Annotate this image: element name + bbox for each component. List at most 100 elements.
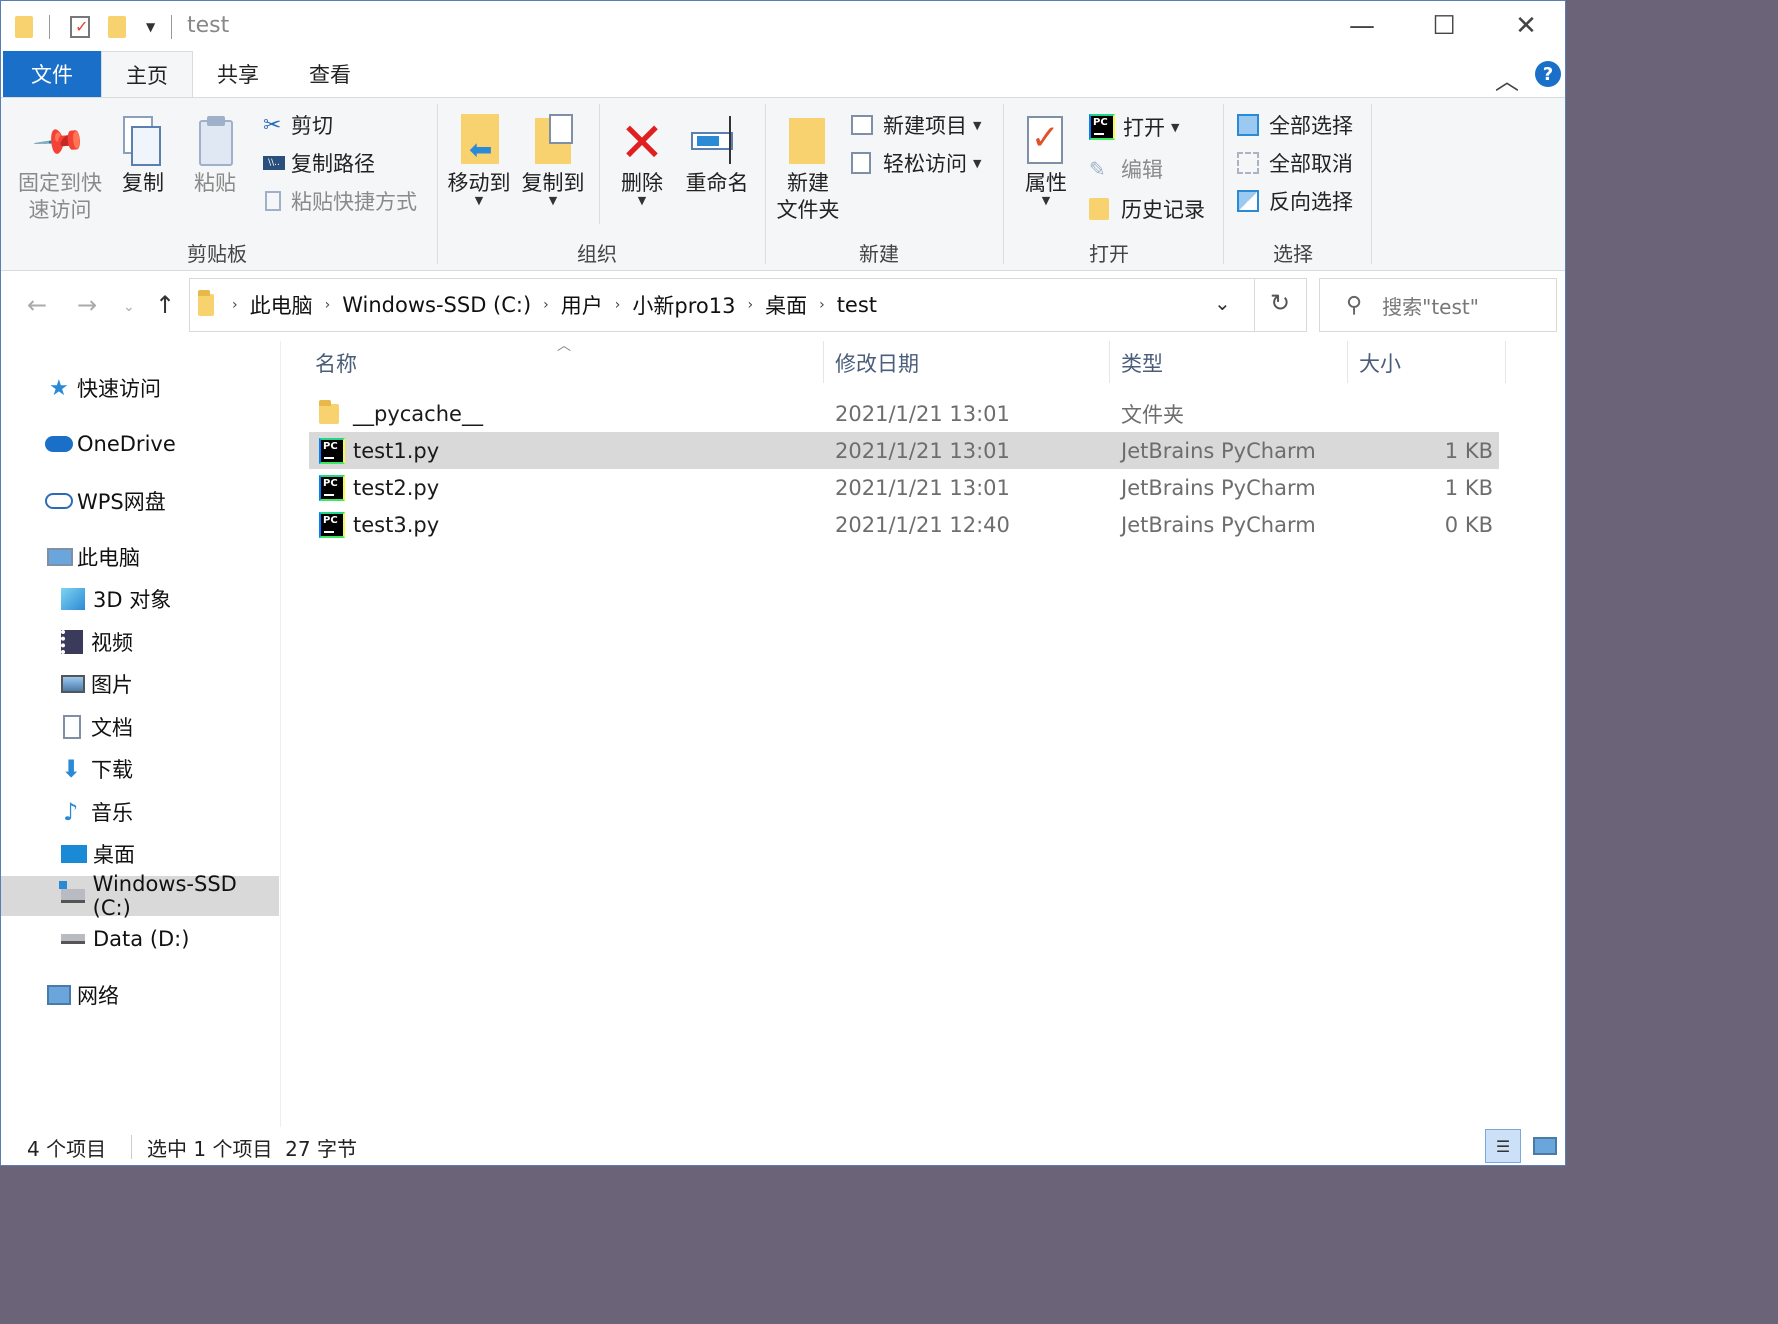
folder-icon	[198, 290, 214, 316]
column-header-name[interactable]: 名称	[315, 341, 357, 385]
minimize-button[interactable]: —	[1321, 1, 1403, 51]
sidebar-item-3d-objects[interactable]: 3D 对象	[1, 579, 279, 619]
sidebar-item-data-d[interactable]: Data (D:)	[1, 919, 279, 959]
breadcrumb-desktop[interactable]: 桌面	[765, 290, 807, 320]
delete-button[interactable]: ✕ 删除 ▼	[609, 110, 675, 206]
open-button[interactable]: 打开 ▼	[1089, 110, 1179, 144]
breadcrumb-drive-c[interactable]: Windows-SSD (C:)	[342, 293, 531, 317]
divider	[1223, 104, 1224, 264]
chevron-right-icon: ›	[614, 297, 621, 313]
file-row[interactable]: test1.py 2021/1/21 13:01 JetBrains PyCha…	[309, 432, 1499, 469]
breadcrumb-this-pc[interactable]: 此电脑	[250, 290, 313, 320]
edit-button[interactable]: ✎ 编辑	[1089, 152, 1163, 186]
history-button[interactable]: 历史记录	[1089, 192, 1205, 226]
column-header-type[interactable]: 类型	[1121, 341, 1163, 385]
sidebar-item-downloads[interactable]: ⬇ 下载	[1, 749, 279, 789]
easy-access-button[interactable]: 轻松访问 ▼	[851, 146, 981, 180]
help-icon[interactable]: ?	[1535, 61, 1561, 87]
dropdown-caret-icon: ▼	[1041, 194, 1051, 207]
sidebar-item-desktop[interactable]: 桌面	[1, 834, 279, 874]
divider	[823, 341, 824, 383]
network-icon	[47, 985, 71, 1005]
group-label-select: 选择	[1273, 242, 1313, 266]
dropdown-caret-icon: ▼	[973, 118, 982, 132]
refresh-icon[interactable]: ↻	[1270, 289, 1290, 317]
copy-icon	[113, 114, 173, 170]
chevron-right-icon: ›	[819, 297, 825, 313]
breadcrumb-users[interactable]: 用户	[561, 290, 603, 320]
move-to-button[interactable]: ⬅ 移动到 ▼	[445, 114, 513, 207]
select-none-button[interactable]: 全部取消	[1237, 146, 1353, 180]
system-drive-icon	[59, 881, 85, 903]
back-arrow-icon[interactable]: ←	[27, 291, 47, 319]
dropdown-caret-icon: ▼	[1171, 120, 1180, 134]
address-history-chevron-icon[interactable]: ⌄	[1214, 291, 1231, 315]
download-arrow-icon: ⬇	[61, 755, 82, 783]
customize-dropdown-icon[interactable]: ▼	[146, 20, 155, 34]
sidebar-item-wps-drive[interactable]: WPS网盘	[1, 481, 279, 521]
explorer-window: ✓ ▼ test — ☐ ✕ 文件 主页 共享 查看 ︿ ? 📌 固定到快 速访…	[0, 0, 1566, 1166]
breadcrumb-test[interactable]: test	[837, 293, 877, 317]
address-bar[interactable]: › 此电脑 › Windows-SSD (C:) › 用户 › 小新pro13 …	[189, 278, 1307, 332]
new-folder-button[interactable]: 新建 文件夹	[771, 114, 845, 224]
pin-quick-access-button[interactable]: 📌 固定到快 速访问	[15, 113, 105, 224]
sidebar-item-network[interactable]: 网络	[1, 975, 279, 1015]
paste-shortcut-button[interactable]: 粘贴快捷方式	[263, 184, 417, 218]
properties-button[interactable]: ✓ 属性 ▼	[1015, 114, 1077, 207]
copy-path-button[interactable]: \\.. 复制路径	[263, 146, 375, 180]
maximize-button[interactable]: ☐	[1403, 1, 1485, 51]
film-icon	[61, 630, 83, 654]
rename-icon	[681, 114, 753, 170]
new-item-button[interactable]: 新建项目 ▼	[851, 108, 981, 142]
item-count: 4 个项目	[27, 1137, 107, 1161]
properties-check-icon[interactable]: ✓	[70, 16, 90, 38]
sidebar-item-pictures[interactable]: 图片	[1, 664, 279, 704]
new-folder-icon	[771, 114, 845, 170]
delete-x-icon: ✕	[619, 110, 665, 174]
column-header-size[interactable]: 大小	[1359, 341, 1401, 385]
paste-shortcut-icon	[265, 191, 281, 211]
move-to-icon: ⬅	[445, 114, 513, 170]
close-button[interactable]: ✕	[1485, 1, 1565, 51]
collapse-ribbon-icon[interactable]: ︿	[1495, 61, 1519, 96]
pycharm-icon	[1089, 114, 1115, 140]
tab-home[interactable]: 主页	[101, 51, 193, 97]
up-arrow-icon[interactable]: ↑	[155, 291, 175, 319]
group-label-open: 打开	[1089, 242, 1129, 266]
search-icon: ⚲	[1346, 292, 1363, 318]
copy-button[interactable]: 复制	[113, 114, 173, 197]
forward-arrow-icon[interactable]: →	[77, 291, 97, 319]
dropdown-caret-icon: ▼	[474, 194, 484, 207]
sidebar-item-videos[interactable]: 视频	[1, 622, 279, 662]
sidebar-item-this-pc[interactable]: 此电脑	[1, 537, 279, 577]
select-all-button[interactable]: 全部选择	[1237, 108, 1353, 142]
rename-button[interactable]: 重命名	[681, 114, 753, 197]
computer-icon	[47, 548, 73, 566]
breadcrumb-user[interactable]: 小新pro13	[632, 290, 735, 320]
cut-button[interactable]: ✂ 剪切	[263, 108, 333, 142]
document-icon	[63, 715, 81, 739]
group-label-clipboard: 剪贴板	[187, 242, 247, 266]
search-input[interactable]: ⚲ 搜索"test"	[1319, 278, 1557, 332]
recent-locations-chevron-icon[interactable]: ⌄	[123, 299, 135, 315]
new-folder-icon[interactable]	[108, 16, 126, 38]
sidebar-item-windows-ssd[interactable]: Windows-SSD (C:)	[1, 872, 279, 920]
sidebar-item-onedrive[interactable]: OneDrive	[1, 424, 279, 464]
file-row[interactable]: test2.py 2021/1/21 13:01 JetBrains PyCha…	[309, 469, 1499, 506]
dropdown-caret-icon: ▼	[548, 194, 558, 207]
tab-file[interactable]: 文件	[3, 51, 101, 97]
paste-button[interactable]: 粘贴	[185, 114, 245, 197]
sidebar-item-music[interactable]: ♪ 音乐	[1, 792, 279, 832]
copy-to-button[interactable]: 复制到 ▼	[519, 114, 587, 207]
divider	[1003, 104, 1004, 264]
invert-selection-button[interactable]: 反向选择	[1237, 184, 1353, 218]
column-header-modified[interactable]: 修改日期	[835, 341, 919, 385]
sidebar-item-documents[interactable]: 文档	[1, 707, 279, 747]
sidebar-item-quick-access[interactable]: ★ 快速访问	[1, 368, 279, 408]
tab-view[interactable]: 查看	[289, 51, 371, 97]
tab-share[interactable]: 共享	[197, 51, 279, 97]
file-row[interactable]: test3.py 2021/1/21 12:40 JetBrains PyCha…	[309, 506, 1499, 543]
file-row[interactable]: __pycache__ 2021/1/21 13:01 文件夹	[309, 395, 1499, 432]
large-icons-view-icon[interactable]	[1527, 1129, 1563, 1163]
details-view-icon[interactable]: ☰	[1485, 1129, 1521, 1163]
